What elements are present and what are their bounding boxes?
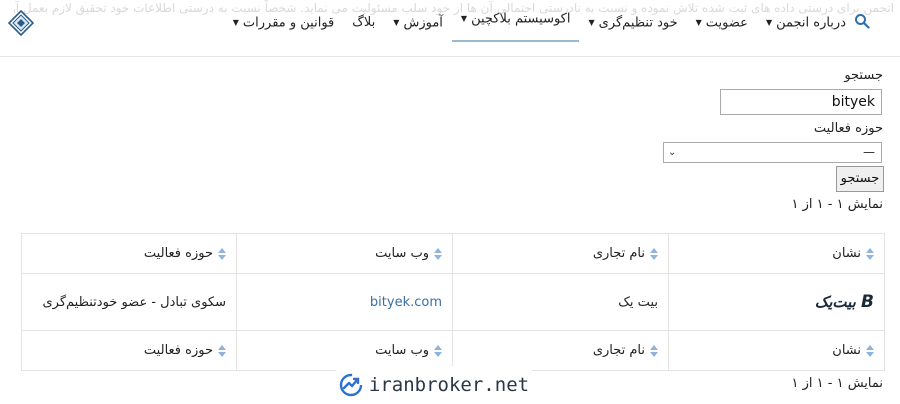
search-icon[interactable] (854, 13, 870, 29)
table-row: B بیت‌یک بیت یک bityek.com سکوی تبادل - … (21, 273, 885, 331)
nav-item-label: خود تنظیم‌گری (598, 15, 678, 31)
trend-chart-icon (339, 373, 363, 397)
column-footer-activity[interactable]: حوزه فعالیت (21, 330, 237, 371)
column-footer-label: حوزه فعالیت (143, 343, 213, 358)
search-label: جستجو (844, 68, 883, 83)
sort-icon (866, 344, 874, 357)
nav-item-blockchain-ecosystem[interactable]: اکوسیستم بلاکچین▼ (451, 4, 580, 42)
column-header-logo[interactable]: نشان (668, 233, 885, 274)
watermark-text: iranbroker.net (368, 374, 530, 396)
sort-icon (434, 344, 442, 357)
table-header-row: نشان نام تجاری وب سایت حوزه فعالیت (21, 233, 885, 274)
cell-logo: B بیت‌یک (668, 273, 885, 331)
top-navigation-bar: انجمن برای درستی داده های ثبت شده تلاش ن… (0, 0, 900, 57)
caret-down-icon: ▼ (232, 18, 239, 27)
nav-item-membership[interactable]: عضویت▼ (687, 8, 757, 38)
sort-icon (866, 247, 874, 260)
column-footer-website[interactable]: وب سایت (236, 330, 453, 371)
chevron-down-icon: ⌄ (668, 147, 677, 158)
nav-item-self-regulation[interactable]: خود تنظیم‌گری▼ (579, 8, 686, 38)
column-header-name[interactable]: نام تجاری (452, 233, 669, 274)
cell-website: bityek.com (236, 273, 453, 331)
column-footer-name[interactable]: نام تجاری (452, 330, 669, 371)
column-header-label: نام تجاری (592, 246, 645, 261)
column-footer-logo[interactable]: نشان (668, 330, 885, 371)
column-header-website[interactable]: وب سایت (236, 233, 453, 274)
caret-down-icon: ▼ (765, 18, 773, 27)
column-footer-label: نشان (832, 343, 861, 358)
main-nav-row1: درباره انجمن▼ عضویت▼ خود تنظیم‌گری▼ اکوس… (224, 8, 855, 42)
nav-item-label: بلاگ (352, 15, 376, 30)
brand-logo: B بیت‌یک (814, 292, 874, 312)
sort-icon (218, 247, 226, 260)
cell-name: بیت یک (452, 273, 669, 331)
column-footer-label: وب سایت (375, 343, 429, 358)
nav-item-label: قوانین و مقررات (242, 15, 335, 31)
caret-down-icon: ▼ (695, 18, 702, 27)
website-link[interactable]: bityek.com (370, 295, 442, 310)
sort-icon (218, 344, 226, 357)
results-count-bottom: نمایش ۱ - ۱ از ۱ (791, 376, 884, 391)
caret-down-icon: ▼ (393, 18, 400, 27)
caret-down-icon: ▼ (460, 14, 468, 23)
column-header-activity[interactable]: حوزه فعالیت (21, 233, 237, 274)
sort-icon (434, 247, 442, 260)
column-header-label: نشان (832, 246, 861, 261)
table-footer-row: نشان نام تجاری وب سایت حوزه فعالیت (21, 330, 885, 371)
site-logo[interactable] (8, 10, 34, 36)
column-header-label: وب سایت (375, 246, 429, 261)
watermark: iranbroker.net (336, 366, 532, 404)
cell-activity: سکوی تبادل - عضو خودتنظیم‌گری (21, 273, 237, 331)
caret-down-icon: ▼ (588, 18, 595, 27)
column-footer-label: نام تجاری (592, 343, 645, 358)
results-count-top: نمایش ۱ - ۱ از ۱ (791, 197, 884, 212)
results-table: نشان نام تجاری وب سایت حوزه فعالیت B بیت… (21, 233, 885, 371)
sort-icon (650, 247, 658, 260)
sort-icon (650, 344, 658, 357)
nav-item-label: عضویت (705, 15, 748, 31)
nav-item-label: درباره انجمن (776, 15, 846, 31)
column-header-label: حوزه فعالیت (143, 246, 213, 261)
nav-item-education[interactable]: آموزش▼ (384, 8, 452, 38)
nav-item-about[interactable]: درباره انجمن▼ (757, 8, 855, 38)
activity-field-label: حوزه فعالیت (813, 121, 883, 136)
search-input[interactable]: bityek (720, 89, 882, 115)
search-button[interactable]: جستجو (836, 166, 884, 192)
select-value: — (863, 145, 875, 159)
nav-item-label: آموزش (403, 15, 443, 31)
nav-item-label: اکوسیستم بلاکچین (471, 11, 571, 27)
activity-select[interactable]: — ⌄ (663, 142, 882, 163)
brand-logo-text: بیت‌یک (814, 293, 856, 311)
nav-item-blog[interactable]: بلاگ (343, 8, 384, 38)
nav-item-laws[interactable]: قوانین و مقررات▼ (224, 8, 344, 38)
